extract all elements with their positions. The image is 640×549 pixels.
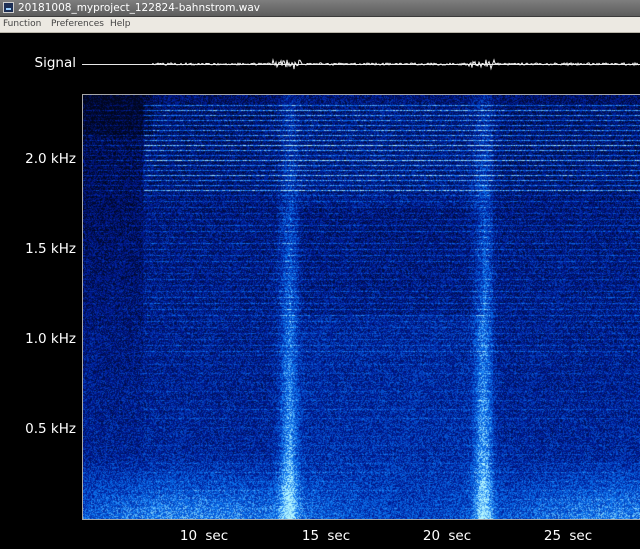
spectrogram-window: 20181008_myproject_122824-bahnstrom.wav … bbox=[0, 0, 640, 549]
menu-help[interactable]: Help bbox=[110, 17, 131, 32]
window-title: 20181008_myproject_122824-bahnstrom.wav bbox=[18, 2, 261, 14]
y-label-0-5-khz: 0.5 kHz bbox=[25, 421, 76, 437]
x-label-15-sec: 15 sec bbox=[301, 528, 351, 544]
menu-function[interactable]: Function bbox=[3, 17, 41, 32]
x-label-20-sec: 20 sec bbox=[422, 528, 472, 544]
x-label-25-sec: 25 sec bbox=[543, 528, 593, 544]
signal-label: Signal bbox=[34, 55, 76, 71]
menu-bar: Function Preferences Help bbox=[0, 17, 640, 33]
spectrogram-plot[interactable] bbox=[82, 94, 640, 520]
spectrogram-viewer: Signal 2.0 kHz 1.5 kHz 1.0 kHz 0.5 kHz 1… bbox=[0, 33, 640, 549]
signal-trace bbox=[151, 58, 640, 71]
y-label-1-0-khz: 1.0 kHz bbox=[25, 331, 76, 347]
spectrogram-image bbox=[83, 95, 640, 519]
signal-waveform bbox=[82, 43, 640, 87]
menu-preferences[interactable]: Preferences bbox=[51, 17, 104, 32]
y-label-1-5-khz: 1.5 kHz bbox=[25, 241, 76, 257]
x-label-10-sec: 10 sec bbox=[179, 528, 229, 544]
title-bar[interactable]: 20181008_myproject_122824-bahnstrom.wav bbox=[0, 0, 640, 17]
y-label-2-0-khz: 2.0 kHz bbox=[25, 151, 76, 167]
signal-path bbox=[151, 58, 640, 71]
app-icon[interactable] bbox=[3, 2, 14, 13]
